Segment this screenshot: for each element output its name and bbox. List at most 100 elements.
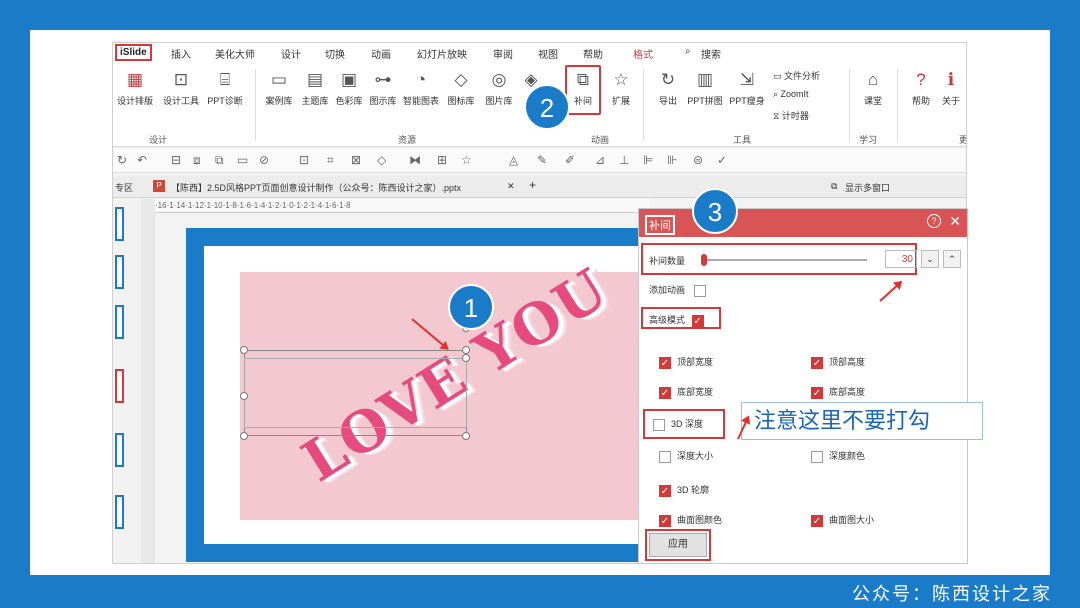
top-height-row[interactable]: ✓ 顶部高度 xyxy=(811,355,865,369)
tool-icon[interactable]: ⧈ xyxy=(193,153,201,168)
depth3d-checkbox[interactable] xyxy=(653,418,665,431)
bottom-width-row[interactable]: ✓ 底部宽度 xyxy=(659,385,713,399)
top-width-row[interactable]: ✓ 顶部宽度 xyxy=(659,355,713,369)
tool-icon[interactable]: ⧉ xyxy=(215,153,224,168)
warning-note: 注意这里不要打勾 xyxy=(741,402,983,440)
line-color-icon[interactable]: ✎ xyxy=(537,153,547,167)
depth-color-row[interactable]: 深度颜色 xyxy=(811,449,865,463)
bottom-height-checkbox[interactable]: ✓ xyxy=(811,386,823,399)
slide-thumb[interactable] xyxy=(115,495,124,529)
ppt-diagnose-button[interactable]: ⌸ PPT诊断 xyxy=(203,69,247,107)
menu-transition[interactable]: 切换 xyxy=(325,46,345,61)
tool-icon[interactable]: ◇ xyxy=(377,153,386,167)
ppt-slim-button[interactable]: ⇲ PPT瘦身 xyxy=(725,69,769,107)
multi-window-button[interactable]: 显示多窗口 xyxy=(845,181,890,194)
contour3d-checkbox[interactable]: ✓ xyxy=(659,484,671,497)
add-anim-checkbox[interactable] xyxy=(693,284,706,297)
resize-handle[interactable] xyxy=(240,346,248,354)
menu-help[interactable]: 帮助 xyxy=(583,46,603,61)
tool-icon[interactable]: ⊪ xyxy=(667,153,677,167)
menu-islide[interactable]: iSlide xyxy=(115,44,152,61)
bottom-width-checkbox[interactable]: ✓ xyxy=(659,386,671,399)
group-resources: 资源 xyxy=(398,135,417,145)
menu-animation[interactable]: 动画 xyxy=(371,46,391,61)
advanced-checkbox[interactable]: ✓ xyxy=(691,314,704,327)
tool-icon[interactable]: ⧓ xyxy=(409,153,421,167)
classroom-button[interactable]: ⌂ 课堂 xyxy=(851,69,895,107)
resize-handle[interactable] xyxy=(462,432,470,440)
pen-icon[interactable]: ✐ xyxy=(565,153,575,167)
resize-handle[interactable] xyxy=(240,392,248,400)
extend-button[interactable]: ☆ 扩展 xyxy=(599,69,643,107)
fill-color-icon[interactable]: ◬ xyxy=(509,153,518,167)
slide-thumb[interactable] xyxy=(115,207,124,241)
slide-thumb-selected[interactable] xyxy=(115,369,124,403)
resize-handle[interactable] xyxy=(462,354,470,362)
menu-format[interactable]: 格式 xyxy=(633,46,653,61)
timer-button[interactable]: ⧖ 计时器 xyxy=(773,109,809,122)
file-analysis-button[interactable]: ▭ 文件分析 xyxy=(773,69,820,82)
undo-icon[interactable]: ↶ xyxy=(137,153,147,167)
ppt-puzzle-button[interactable]: ▥ PPT拼图 xyxy=(683,69,727,107)
count-input[interactable]: 30 xyxy=(885,250,917,268)
menu-review[interactable]: 审阅 xyxy=(493,46,513,61)
tool-icon[interactable]: ▭ xyxy=(237,153,248,167)
slide-thumb[interactable] xyxy=(115,433,124,467)
surface-size-checkbox[interactable]: ✓ xyxy=(811,514,823,527)
add-tab-icon[interactable]: + xyxy=(529,178,536,192)
depth-size-checkbox[interactable] xyxy=(659,450,671,463)
add-anim-row[interactable]: 添加动画 xyxy=(649,283,712,297)
surface-size-row[interactable]: ✓ 曲面图大小 xyxy=(811,513,874,527)
smart-chart-button[interactable]: ◔ 智能图表 xyxy=(399,69,443,107)
tool-icon[interactable]: ⊠ xyxy=(351,153,361,167)
hierarchy-icon: ⊶ xyxy=(374,70,392,89)
count-slider-track[interactable] xyxy=(702,259,867,261)
tool-icon[interactable]: ⊜ xyxy=(693,153,703,167)
tool-icon[interactable]: ⊞ xyxy=(437,153,447,167)
slide-thumb[interactable] xyxy=(115,255,124,289)
tool-icon[interactable]: ☆ xyxy=(461,153,472,167)
count-slider-handle[interactable] xyxy=(701,254,707,266)
doc-tab[interactable]: 【陈西】2.5D风格PPT页面创意设计制作（公众号：陈西设计之家）.pptx xyxy=(171,181,461,194)
menu-view[interactable]: 视图 xyxy=(538,46,558,61)
depth-color-checkbox[interactable] xyxy=(811,450,823,463)
tool-icon[interactable]: ⌗ xyxy=(327,153,334,168)
surface-color-checkbox[interactable]: ✓ xyxy=(659,514,671,527)
chevron-up-icon[interactable]: ⌃ xyxy=(943,250,961,268)
design-tools-button[interactable]: ⊡ 设计工具 xyxy=(159,69,203,107)
about-button[interactable]: ℹ 关于 xyxy=(929,69,966,107)
depth3d-row[interactable]: 3D 深度 xyxy=(653,417,703,431)
resize-handle[interactable] xyxy=(240,432,248,440)
tool-icon[interactable]: ⊘ xyxy=(259,153,269,167)
menu-insert[interactable]: 插入 xyxy=(171,46,191,61)
advanced-row[interactable]: 高级模式 ✓ xyxy=(649,313,710,327)
top-height-checkbox[interactable]: ✓ xyxy=(811,356,823,369)
redo-icon[interactable]: ↻ xyxy=(117,153,127,167)
tool-icon[interactable]: ⊿ xyxy=(595,153,605,167)
menu-design[interactable]: 设计 xyxy=(281,46,301,61)
tool-icon[interactable]: ✓ xyxy=(717,153,727,167)
close-icon[interactable]: ✕ xyxy=(949,213,961,230)
slide-thumb[interactable] xyxy=(115,305,124,339)
zoomit-button[interactable]: ⌕ ZoomIt xyxy=(773,89,809,100)
resize-handle[interactable] xyxy=(462,346,470,354)
contour3d-row[interactable]: ✓ 3D 轮廓 xyxy=(659,483,709,497)
tool-icon[interactable]: ⊫ xyxy=(643,153,653,167)
apply-button[interactable]: 应用 xyxy=(649,533,707,557)
bottom-height-row[interactable]: ✓ 底部高度 xyxy=(811,385,865,399)
tool-icon[interactable]: ⊟ xyxy=(171,153,181,167)
search-icon[interactable]: ⌕ xyxy=(685,46,691,57)
menu-meihua[interactable]: 美化大师 xyxy=(215,46,255,61)
star-icon: ☆ xyxy=(613,70,629,89)
tool-icon[interactable]: ⊥ xyxy=(619,153,629,167)
menu-search[interactable]: 搜索 xyxy=(701,46,721,61)
chevron-down-icon[interactable]: ⌄ xyxy=(921,250,939,268)
close-icon[interactable]: ✕ xyxy=(507,181,515,192)
layout-button[interactable]: ▦ 设计排版 xyxy=(113,69,157,107)
tool-icon[interactable]: ⊡ xyxy=(299,153,309,167)
surface-color-row[interactable]: ✓ 曲面图颜色 xyxy=(659,513,722,527)
depth-size-row[interactable]: 深度大小 xyxy=(659,449,713,463)
top-width-checkbox[interactable]: ✓ xyxy=(659,356,671,369)
help-icon[interactable]: ? xyxy=(927,214,941,228)
menu-slideshow[interactable]: 幻灯片放映 xyxy=(417,46,467,61)
